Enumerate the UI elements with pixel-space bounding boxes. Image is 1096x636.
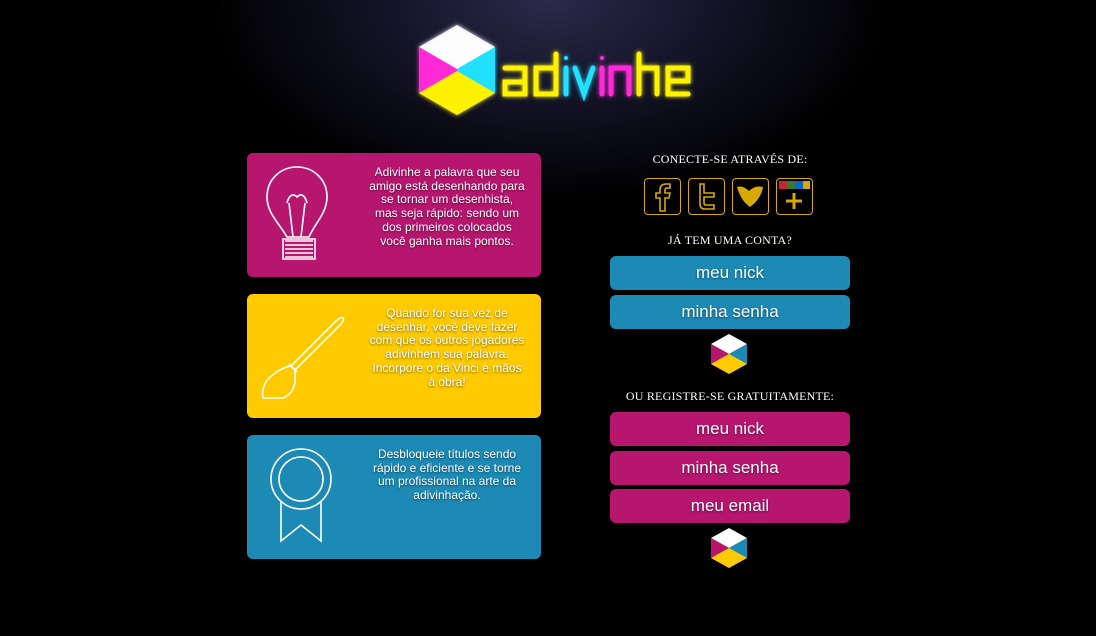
facebook-login-button[interactable]: [644, 178, 681, 215]
award-ribbon-icon: [270, 448, 332, 543]
windows-live-icon: [734, 180, 767, 213]
login-heading: JÁ TEM UMA CONTA?: [668, 233, 792, 247]
info-card-guess: Adivinhe a palavra que seu amigo está de…: [247, 153, 541, 277]
info-card-titles: Desbloqueie títulos sendo rápido e efici…: [247, 435, 541, 559]
login-nick-input[interactable]: [610, 256, 850, 290]
register-heading: OU REGISTRE-SE GRATUITAMENTE:: [625, 389, 835, 403]
login-password-input[interactable]: [610, 295, 850, 329]
cube-icon: [711, 528, 747, 568]
facebook-icon: [646, 180, 679, 213]
brush-icon: [261, 316, 345, 399]
social-login-bar: [644, 178, 816, 218]
google-plus-login-button[interactable]: [776, 178, 813, 215]
register-email-input[interactable]: [610, 489, 850, 523]
windows-live-login-button[interactable]: [732, 178, 769, 215]
cube-icon: [711, 334, 747, 374]
adivinhe-logo: [419, 25, 691, 115]
connect-heading: CONECTE-SE ATRAVÉS DE:: [652, 152, 808, 166]
register-nick-input[interactable]: [610, 412, 850, 446]
register-password-input[interactable]: [610, 451, 850, 485]
card-titles-text: Desbloqueie títulos sendo rápido e efici…: [372, 447, 522, 503]
logo-cube-icon: [419, 25, 495, 115]
info-card-draw: Quando for sua vez de desenhar, você dev…: [247, 294, 541, 418]
twitter-login-button[interactable]: [688, 178, 725, 215]
card-guess-text: Adivinhe a palavra que seu amigo está de…: [369, 165, 525, 248]
login-submit-button[interactable]: [710, 333, 748, 375]
register-submit-button[interactable]: [710, 527, 748, 569]
twitter-icon: [690, 180, 723, 213]
card-draw-text: Quando for sua vez de desenhar, você dev…: [369, 306, 525, 389]
google-plus-icon: [778, 180, 811, 213]
lightbulb-icon: [266, 166, 328, 260]
logo-wordmark: [502, 51, 691, 102]
